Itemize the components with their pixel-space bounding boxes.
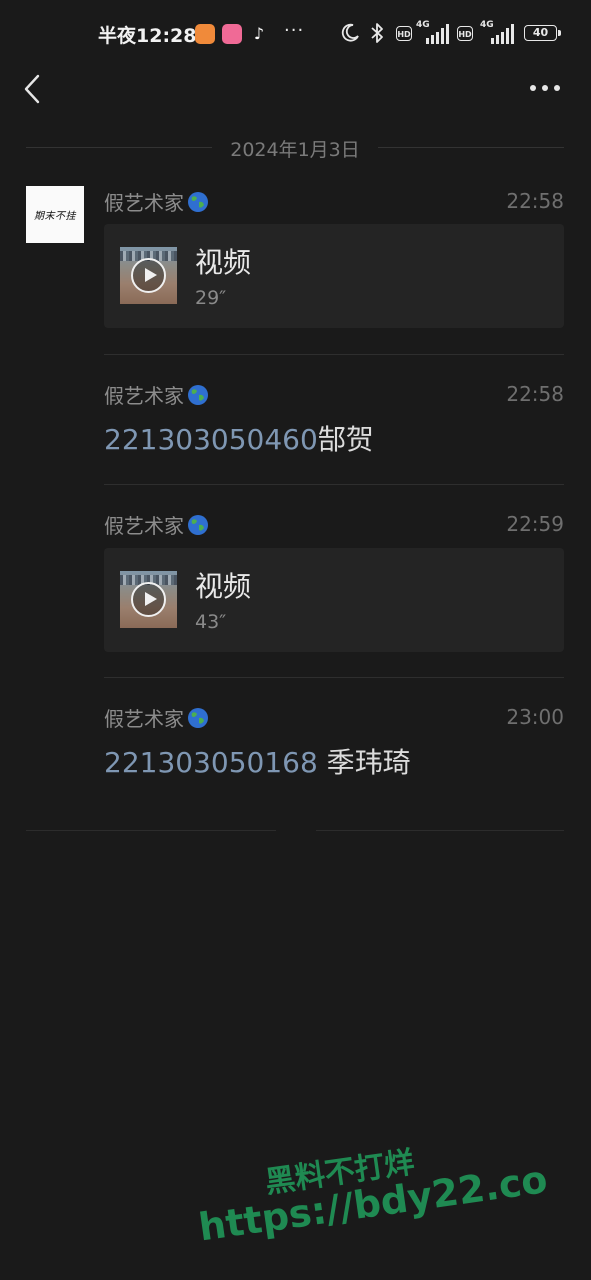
message-header: 假艺术家 23:00 — [104, 703, 564, 733]
sender-name: 假艺术家 — [104, 380, 210, 409]
signal-icon — [491, 24, 514, 44]
sender-name: 假艺术家 — [104, 510, 210, 539]
divider-line — [378, 147, 564, 148]
globe-emoji-icon — [188, 707, 208, 728]
battery-icon — [558, 30, 561, 36]
shopping-app-icon — [195, 24, 215, 44]
message-header: 假艺术家 22:58 — [104, 380, 564, 410]
moon-icon — [341, 23, 359, 42]
sender-name: 假艺术家 — [104, 703, 210, 732]
status-more-icon: ··· — [284, 20, 305, 41]
message-separator — [104, 677, 564, 678]
bluetooth-icon — [371, 23, 383, 43]
hd-voice-icon: HD — [396, 26, 412, 41]
globe-emoji-icon — [188, 514, 208, 535]
video-message-card[interactable]: 视频 29″ — [104, 224, 564, 328]
status-time: 半夜12:28 — [98, 25, 197, 47]
end-divider-line — [316, 830, 564, 831]
message-text: 季玮琦 — [317, 746, 411, 779]
message-time: 22:58 — [506, 382, 564, 406]
video-duration: 43″ — [195, 611, 227, 633]
message-item: 假艺术家 23:00 221303050168 季玮琦 — [104, 703, 564, 779]
back-button[interactable] — [18, 72, 48, 106]
phone-number-link[interactable]: 221303050168 — [104, 746, 318, 779]
date-label: 2024年1月3日 — [230, 139, 360, 161]
hd-voice-icon: HD — [457, 26, 473, 41]
video-thumbnail — [120, 571, 177, 628]
message-separator — [104, 484, 564, 485]
message-time: 23:00 — [506, 705, 564, 729]
battery-level: 40 — [524, 25, 557, 41]
play-icon — [131, 258, 166, 293]
chat-history-page: 半夜12:28 ♪ ··· HD 4G HD 4G 40 2024年1月3日 期… — [0, 0, 591, 1280]
message-text: 郜贺 — [317, 423, 374, 456]
more-options-button[interactable] — [526, 78, 564, 98]
play-icon — [131, 582, 166, 617]
video-duration: 29″ — [195, 287, 227, 309]
message-header: 假艺术家 22:59 — [104, 510, 564, 540]
sender-avatar[interactable]: 期末不挂 — [26, 186, 84, 243]
bilibili-icon — [222, 24, 242, 44]
video-title: 视频 — [195, 246, 252, 279]
signal-icon — [426, 24, 449, 44]
message-item: 假艺术家 22:58 221303050460郜贺 — [104, 380, 564, 456]
globe-emoji-icon — [188, 191, 208, 212]
status-bar: 半夜12:28 ♪ ··· HD 4G HD 4G 40 — [0, 0, 591, 68]
message-time: 22:59 — [506, 512, 564, 536]
video-message-card[interactable]: 视频 43″ — [104, 548, 564, 652]
phone-number-link[interactable]: 221303050460 — [104, 423, 318, 456]
sender-name: 假艺术家 — [104, 187, 210, 216]
globe-emoji-icon — [188, 384, 208, 405]
text-message: 221303050168 季玮琦 — [104, 741, 411, 781]
video-title: 视频 — [195, 570, 252, 603]
message-time: 22:58 — [506, 189, 564, 213]
message-item: 假艺术家 22:58 视频 29″ — [104, 187, 564, 328]
message-item: 假艺术家 22:59 视频 43″ — [104, 510, 564, 652]
date-divider: 2024年1月3日 — [26, 134, 564, 161]
tiktok-icon: ♪ — [253, 24, 265, 43]
message-header: 假艺术家 22:58 — [104, 187, 564, 217]
text-message: 221303050460郜贺 — [104, 418, 374, 458]
end-divider-line — [26, 830, 276, 831]
message-separator — [104, 354, 564, 355]
avatar-text: 期末不挂 — [34, 211, 76, 222]
video-thumbnail — [120, 247, 177, 304]
